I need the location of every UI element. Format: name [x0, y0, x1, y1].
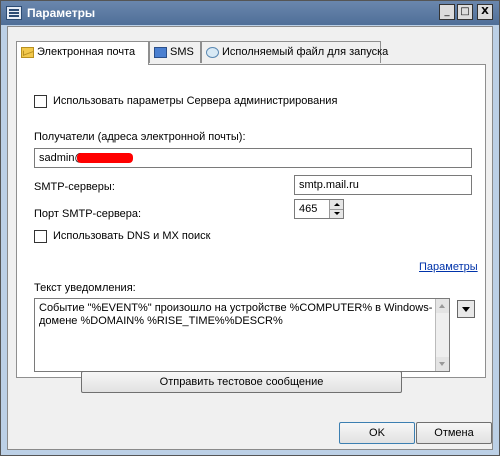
tab-email-label: Электронная почта [37, 46, 136, 58]
notification-text: Событие "%EVENT%" произошло на устройств… [39, 302, 433, 327]
tab-sms[interactable]: SMS [149, 41, 201, 63]
minimize-button[interactable]: _ [439, 4, 455, 20]
maximize-button[interactable]: □ [457, 4, 473, 20]
title-bar[interactable]: Параметры _ □ X [1, 1, 499, 25]
sms-icon [154, 47, 167, 58]
smtp-servers-label: SMTP-серверы: [34, 181, 115, 193]
redaction-mark [77, 153, 133, 163]
tab-executable-label: Исполняемый файл для запуска [222, 46, 389, 58]
smtp-port-label: Порт SMTP-сервера: [34, 208, 142, 220]
scroll-up-icon[interactable] [436, 299, 449, 313]
spin-up-icon[interactable] [329, 200, 343, 209]
smtp-port-spinner[interactable]: 465 [294, 199, 344, 219]
recipients-input[interactable]: sadmin@ [34, 148, 472, 168]
spin-down-icon[interactable] [329, 209, 343, 218]
recipients-label: Получатели (адреса электронной почты): [34, 131, 246, 143]
parameters-dialog: Параметры _ □ X Электронная почта SMS Ис… [0, 0, 500, 456]
use-dns-mx-checkbox[interactable] [34, 230, 47, 243]
use-admin-server-checkbox[interactable] [34, 95, 47, 108]
ok-button[interactable]: OK [339, 422, 415, 444]
use-admin-server-label: Использовать параметры Сервера администр… [53, 95, 338, 107]
send-test-message-button[interactable]: Отправить тестовое сообщение [81, 371, 402, 393]
notification-textarea[interactable]: Событие "%EVENT%" произошло на устройств… [34, 298, 450, 372]
cancel-button[interactable]: Отмена [416, 422, 492, 444]
window-title: Параметры [27, 6, 96, 20]
tab-sms-label: SMS [170, 46, 194, 58]
scroll-down-icon[interactable] [436, 357, 449, 371]
executable-icon [206, 47, 219, 58]
parameters-link[interactable]: Параметры [419, 261, 478, 273]
mail-icon [21, 47, 34, 58]
tab-email[interactable]: Электронная почта [16, 41, 149, 65]
vertical-scrollbar[interactable] [435, 299, 449, 371]
smtp-port-value: 465 [299, 203, 318, 215]
use-dns-mx-label: Использовать DNS и MX поиск [53, 230, 211, 242]
app-icon [6, 6, 22, 20]
dialog-client-area: Электронная почта SMS Исполняемый файл д… [7, 26, 493, 450]
insert-variable-dropdown-button[interactable] [457, 300, 475, 318]
close-button[interactable]: X [477, 4, 493, 20]
notification-text-label: Текст уведомления: [34, 282, 136, 294]
email-tab-panel: Использовать параметры Сервера администр… [16, 64, 486, 378]
smtp-servers-input[interactable]: smtp.mail.ru [294, 175, 472, 195]
tab-executable[interactable]: Исполняемый файл для запуска [201, 41, 388, 63]
